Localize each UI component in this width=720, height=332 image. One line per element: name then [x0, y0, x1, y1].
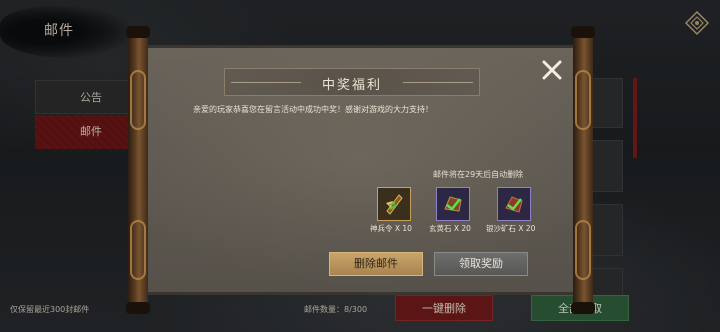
weapon-token-icon	[386, 194, 403, 215]
reward-label: 神兵令 X 10	[370, 224, 412, 233]
reward-item[interactable]	[497, 187, 531, 221]
close-icon[interactable]	[540, 58, 564, 82]
reward-item[interactable]	[436, 187, 470, 221]
modal-title: 中奖福利	[321, 78, 382, 93]
xuanhuang-stone-icon	[444, 196, 462, 212]
reward-label: 玄黄石 X 20	[429, 224, 471, 233]
silver-ore-icon	[505, 196, 523, 213]
claim-reward-button[interactable]: 领取奖励	[434, 252, 528, 276]
delete-mail-button[interactable]: 删除邮件	[329, 252, 423, 276]
mail-message: 亲爱的玩家恭喜您在留言活动中成功中奖！感谢对游戏的大力支持！	[193, 105, 433, 114]
expire-note: 邮件将在29天后自动删除	[433, 170, 524, 179]
reward-label: 银沙矿石 X 20	[486, 224, 536, 233]
modal-title-box: 中奖福利	[224, 68, 480, 96]
scroll-rod-left	[126, 26, 150, 314]
reward-item[interactable]	[377, 187, 411, 221]
scroll-rod-right	[571, 26, 595, 314]
